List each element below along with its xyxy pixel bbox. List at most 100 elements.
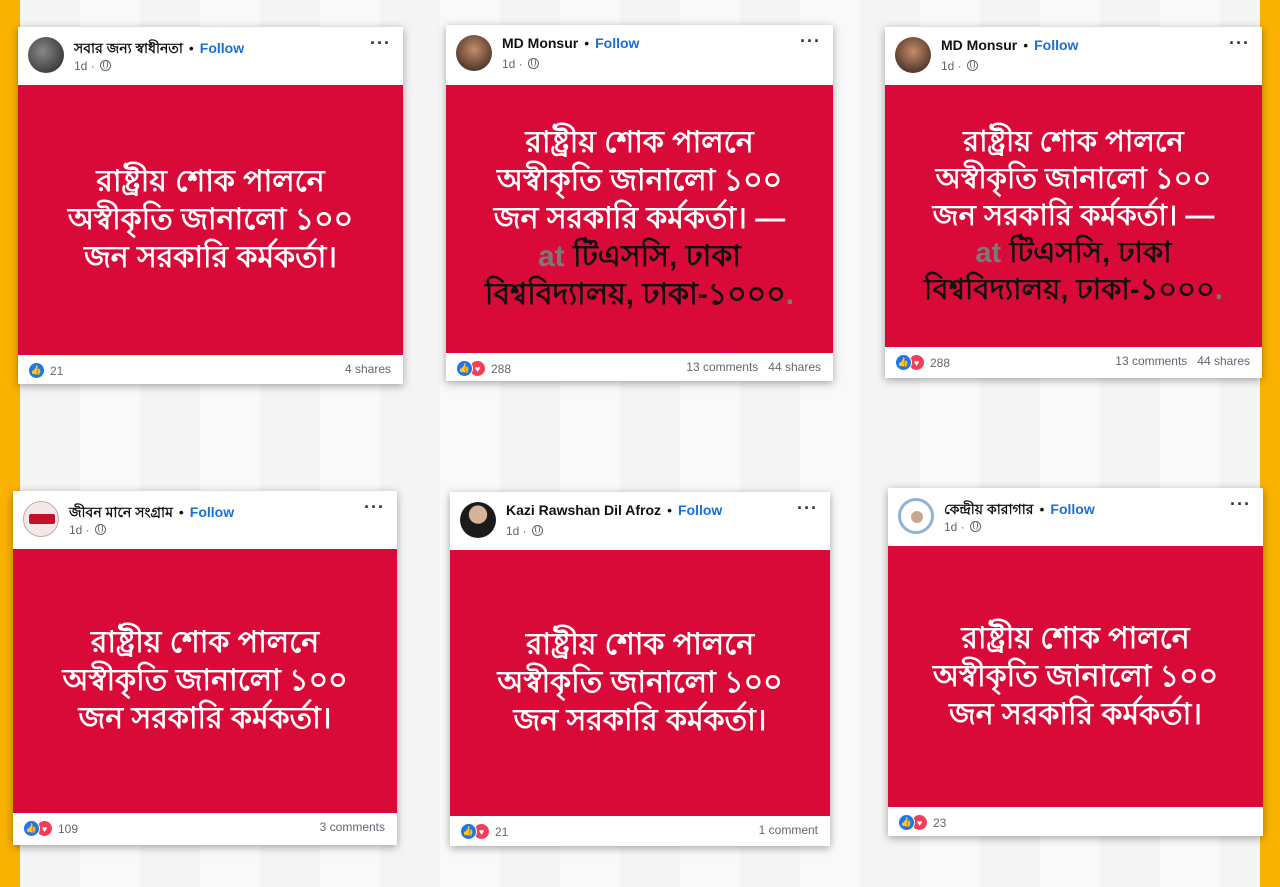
post-text-line: রাষ্ট্রীয় শোক পালনে	[525, 126, 754, 159]
post-header: কেন্দ্রীয় কারাগার • Follow 1d · ···	[888, 488, 1263, 546]
post-meta: 1d ·	[941, 59, 979, 73]
post-text-line: রাষ্ট্রীয় শোক পালনে	[525, 628, 755, 661]
follow-button[interactable]: Follow	[595, 35, 639, 51]
separator-dot: •	[178, 504, 184, 520]
post-text-line: অস্বীকৃতি জানালো ১০০	[932, 659, 1219, 693]
page-name[interactable]: Kazi Rawshan Dil Afroz	[506, 502, 661, 518]
like-reaction-icon: 👍	[28, 362, 45, 379]
follow-button[interactable]: Follow	[678, 502, 722, 518]
more-options-icon[interactable]: ···	[1230, 494, 1251, 515]
page-name[interactable]: MD Monsur	[941, 37, 1017, 53]
globe-icon	[528, 58, 540, 69]
post-footer: 👍 ♥ 109 3 comments	[13, 813, 397, 841]
post-time[interactable]: 1d ·	[506, 524, 527, 538]
post-text-line: অস্বীকৃতি জানালো ১০০	[67, 203, 354, 236]
shares-count[interactable]: 44 shares	[768, 360, 821, 374]
post-stats: 13 comments 44 shares	[686, 360, 821, 374]
post-text-line: রাষ্ট্রীয় শোক পালনে	[96, 165, 325, 198]
more-options-icon[interactable]: ···	[364, 497, 385, 518]
at-prefix: at	[537, 240, 565, 273]
page-name[interactable]: MD Monsur	[502, 35, 578, 51]
avatar[interactable]	[23, 501, 59, 537]
more-options-icon[interactable]: ···	[370, 33, 391, 54]
like-reaction-icon: 👍	[895, 354, 912, 371]
reactions[interactable]: 👍 ♥ 288	[456, 360, 511, 377]
post-body[interactable]: রাষ্ট্রীয় শোক পালনে অস্বীকৃতি জানালো ১০…	[13, 549, 397, 813]
post-time[interactable]: 1d ·	[502, 57, 523, 71]
post-header: MD Monsur • Follow 1d · ···	[446, 25, 833, 83]
more-options-icon[interactable]: ···	[797, 498, 818, 519]
more-options-icon[interactable]: ···	[800, 31, 821, 52]
post-body[interactable]: রাষ্ট্রীয় শোক পালনে অস্বীকৃতি জানালো ১০…	[885, 85, 1262, 347]
name-row: MD Monsur • Follow	[941, 37, 1078, 53]
more-options-icon[interactable]: ···	[1229, 33, 1250, 54]
post-meta: 1d ·	[69, 523, 107, 537]
location-period: .	[1214, 273, 1223, 306]
follow-button[interactable]: Follow	[1050, 501, 1094, 517]
post-text-line: জন সরকারি কর্মকর্তা।	[83, 241, 338, 274]
reactions[interactable]: 👍 21	[28, 362, 63, 379]
post-card: MD Monsur • Follow 1d · ··· রাষ্ট্রীয় শোক…	[885, 27, 1262, 378]
separator-dot: •	[1023, 37, 1029, 53]
page-name[interactable]: সবার জন্য স্বাধীনতা	[74, 40, 183, 56]
page-name[interactable]: জীবন মানে সংগ্রাম	[69, 504, 173, 520]
post-text-line: রাষ্ট্রীয় শোক পালনে	[963, 125, 1184, 158]
post-text-line: অস্বীকৃতি জানালো ১০০	[496, 164, 783, 197]
post-body[interactable]: রাষ্ট্রীয় শোক পালনে অস্বীকৃতি জানালো ১০…	[450, 550, 830, 816]
location-name: বিশ্ববিদ্যালয়, ঢাকা-১০০০	[924, 273, 1215, 306]
reaction-count: 21	[495, 824, 509, 839]
separator-dot: •	[667, 502, 672, 518]
post-header: জীবন মানে সংগ্রাম • Follow 1d · ···	[13, 491, 397, 549]
post-text-line: অস্বীকৃতি জানালো ১০০	[935, 162, 1212, 195]
reaction-count: 288	[930, 355, 951, 370]
like-reaction-icon: 👍	[23, 820, 40, 837]
follow-button[interactable]: Follow	[1034, 37, 1078, 53]
comments-count[interactable]: 1 comment	[759, 823, 818, 837]
post-text-line: রাষ্ট্রীয় শোক পালনে	[961, 621, 1190, 655]
location-line[interactable]: বিশ্ববিদ্যালয়, ঢাকা-১০০০.	[924, 272, 1223, 309]
post-card: কেন্দ্রীয় কারাগার • Follow 1d · ··· রাষ্ট…	[888, 488, 1263, 836]
reactions[interactable]: 👍 ♥ 21	[460, 823, 508, 840]
avatar[interactable]	[28, 37, 64, 73]
post-body[interactable]: রাষ্ট্রীয় শোক পালনে অস্বীকৃতি জানালো ১০…	[888, 546, 1263, 807]
comments-count[interactable]: 3 comments	[320, 820, 385, 834]
reaction-count: 109	[58, 821, 79, 836]
page-name[interactable]: কেন্দ্রীয় কারাগার	[944, 501, 1034, 517]
avatar[interactable]	[456, 35, 492, 71]
post-body[interactable]: রাষ্ট্রীয় শোক পালনে অস্বীকৃতি জানালো ১০…	[18, 85, 403, 355]
globe-icon	[95, 524, 107, 535]
shares-count[interactable]: 4 shares	[345, 362, 391, 376]
post-time[interactable]: 1d ·	[941, 59, 962, 73]
post-text-line: অস্বীকৃতি জানালো ১০০	[497, 666, 783, 699]
post-footer: 👍 ♥ 23	[888, 807, 1263, 835]
post-card: জীবন মানে সংগ্রাম • Follow 1d · ··· রাষ্ট্…	[13, 491, 397, 845]
post-header: MD Monsur • Follow 1d · ···	[885, 27, 1262, 85]
post-footer: 👍 ♥ 288 13 comments 44 shares	[885, 347, 1262, 375]
post-meta: 1d ·	[74, 59, 112, 73]
post-footer: 👍 21 4 shares	[18, 355, 403, 383]
location-line[interactable]: at টিএসসি, ঢাকা	[485, 238, 794, 276]
reactions[interactable]: 👍 ♥ 109	[23, 820, 78, 837]
post-text-line: জন সরকারি কর্মকর্তা। —	[932, 199, 1215, 232]
avatar[interactable]	[895, 37, 931, 73]
follow-button[interactable]: Follow	[200, 40, 244, 56]
avatar[interactable]	[898, 498, 934, 534]
shares-count[interactable]: 44 shares	[1197, 354, 1250, 368]
comments-count[interactable]: 13 comments	[686, 360, 758, 374]
globe-icon	[100, 60, 112, 71]
post-body[interactable]: রাষ্ট্রীয় শোক পালনে অস্বীকৃতি জানালো ১০…	[446, 85, 833, 353]
reactions[interactable]: 👍 ♥ 288	[895, 354, 950, 371]
post-time[interactable]: 1d ·	[69, 523, 90, 537]
post-stats: 13 comments 44 shares	[1115, 354, 1250, 368]
reactions[interactable]: 👍 ♥ 23	[898, 814, 946, 831]
avatar[interactable]	[460, 502, 496, 538]
post-meta: 1d ·	[506, 524, 544, 538]
follow-button[interactable]: Follow	[190, 504, 234, 520]
location-line[interactable]: বিশ্ববিদ্যালয়, ঢাকা-১০০০.	[485, 276, 794, 314]
post-time[interactable]: 1d ·	[944, 520, 965, 534]
separator-dot: •	[1039, 501, 1045, 517]
comments-count[interactable]: 13 comments	[1115, 354, 1187, 368]
location-line[interactable]: at টিএসসি, ঢাকা	[924, 235, 1223, 272]
name-row: সবার জন্য স্বাধীনতা • Follow	[74, 37, 244, 61]
post-time[interactable]: 1d ·	[74, 59, 95, 73]
